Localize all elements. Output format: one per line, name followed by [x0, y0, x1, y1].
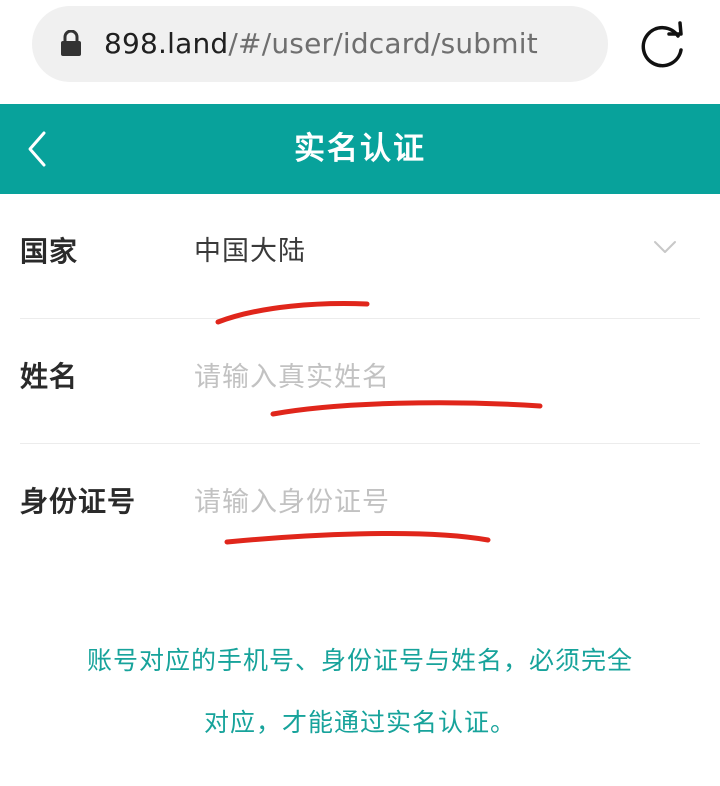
reload-icon[interactable] — [638, 20, 688, 70]
chevron-down-icon[interactable] — [652, 238, 678, 256]
country-row[interactable]: 国家 中国大陆 — [20, 194, 700, 319]
id-number-input[interactable] — [194, 478, 674, 526]
id-number-label: 身份证号 — [20, 485, 137, 518]
browser-toolbar: 898.land/#/user/idcard/submit — [0, 0, 720, 104]
back-arrow-icon[interactable] — [22, 128, 52, 170]
name-input[interactable] — [194, 353, 674, 401]
notice-line-1: 账号对应的手机号、身份证号与姓名，必须完全 — [86, 646, 633, 675]
url-host: 898.land — [104, 27, 229, 60]
country-label: 国家 — [20, 235, 79, 268]
nav-header: 实名认证 — [0, 104, 720, 194]
name-label: 姓名 — [20, 360, 79, 393]
url-path: /#/user/idcard/submit — [228, 27, 538, 60]
country-value[interactable]: 中国大陆 — [194, 232, 306, 272]
url-text[interactable]: 898.land/#/user/idcard/submit — [104, 22, 538, 66]
id-number-row: 身份证号 — [20, 444, 700, 568]
notice-line-2: 对应，才能通过实名认证。 — [203, 708, 516, 737]
name-row: 姓名 — [20, 319, 700, 444]
lock-icon — [61, 30, 81, 56]
verification-notice: 账号对应的手机号、身份证号与姓名，必须完全 对应，才能通过实名认证。 — [40, 630, 680, 754]
page-title: 实名认证 — [294, 131, 426, 167]
